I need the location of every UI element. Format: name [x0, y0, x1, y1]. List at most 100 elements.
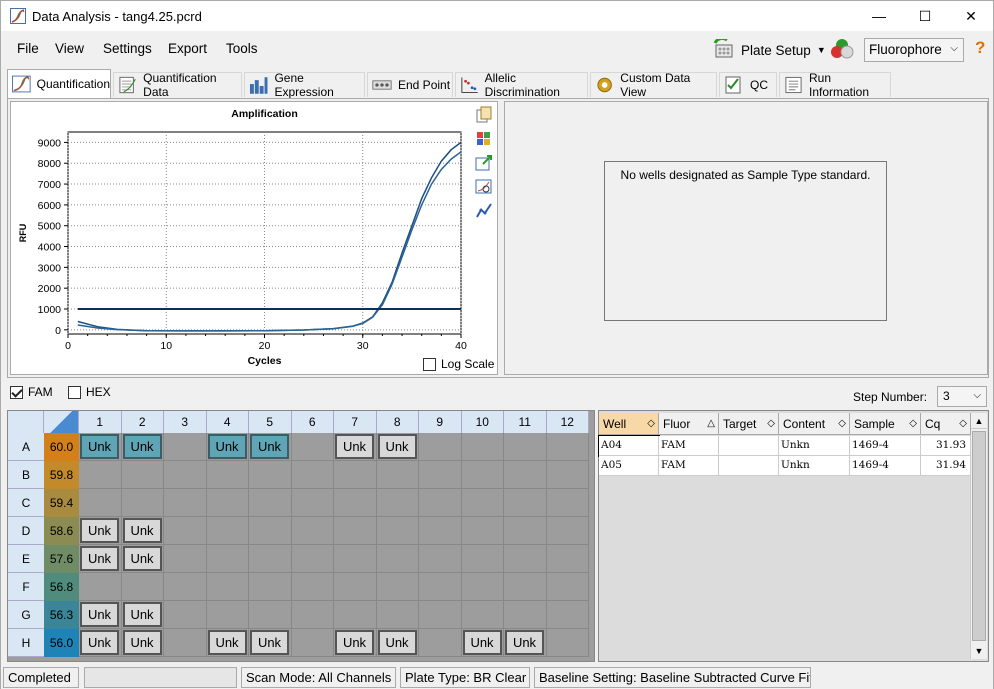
well-sample-type[interactable]: Unk: [80, 546, 119, 571]
plate-well[interactable]: [419, 517, 462, 545]
plate-well[interactable]: Unk: [79, 629, 122, 657]
plate-well[interactable]: Unk: [79, 545, 122, 573]
sort-icon[interactable]: ◇: [767, 413, 775, 435]
plate-well[interactable]: [504, 601, 547, 629]
column-header-fluor[interactable]: Fluor △: [659, 413, 719, 435]
plate-well[interactable]: [291, 629, 334, 657]
plate-well[interactable]: Unk: [79, 517, 122, 545]
plate-well[interactable]: [334, 517, 377, 545]
plate-well[interactable]: [504, 461, 547, 489]
menu-settings[interactable]: Settings: [103, 41, 152, 56]
sort-ascending-icon[interactable]: △: [707, 413, 715, 435]
table-cell[interactable]: 31.93: [921, 436, 971, 456]
plate-column-header[interactable]: 6: [291, 411, 334, 433]
plate-well[interactable]: Unk: [504, 629, 547, 657]
scroll-down-icon[interactable]: ▼: [971, 643, 987, 659]
well-group-icon[interactable]: [829, 37, 855, 61]
channel-fam-toggle[interactable]: FAM: [10, 385, 53, 399]
color-palette-icon[interactable]: [475, 130, 493, 148]
plate-well[interactable]: [291, 461, 334, 489]
tab-quantification[interactable]: Quantification: [7, 69, 111, 98]
copy-icon[interactable]: [475, 106, 493, 124]
well-sample-type[interactable]: Unk: [250, 630, 289, 655]
plate-well[interactable]: [461, 433, 504, 461]
plate-well[interactable]: [419, 433, 462, 461]
plate-well[interactable]: [461, 545, 504, 573]
plate-well[interactable]: [546, 601, 589, 629]
plate-well[interactable]: [419, 629, 462, 657]
table-cell[interactable]: Unkn: [779, 456, 850, 476]
plate-well[interactable]: Unk: [121, 517, 164, 545]
plate-well[interactable]: [504, 433, 547, 461]
plate-column-header[interactable]: 10: [461, 411, 504, 433]
plate-well[interactable]: [334, 489, 377, 517]
table-cell[interactable]: A05: [599, 456, 659, 476]
plate-row-header[interactable]: A: [8, 433, 44, 461]
plate-well[interactable]: Unk: [121, 629, 164, 657]
tab-gene-expression[interactable]: Gene Expression: [244, 71, 365, 99]
fam-checkbox[interactable]: [10, 385, 23, 399]
plate-column-header[interactable]: 12: [546, 411, 589, 433]
plate-well[interactable]: Unk: [461, 629, 504, 657]
plate-well[interactable]: [291, 517, 334, 545]
plate-well[interactable]: [334, 461, 377, 489]
plate-well[interactable]: [334, 545, 377, 573]
log-scale-checkbox[interactable]: [423, 357, 436, 371]
sort-icon[interactable]: ◇: [647, 413, 655, 435]
plate-well[interactable]: [504, 573, 547, 601]
plate-well[interactable]: Unk: [334, 629, 377, 657]
plate-well[interactable]: [419, 545, 462, 573]
plate-well[interactable]: [546, 573, 589, 601]
plate-column-header[interactable]: 2: [121, 411, 164, 433]
column-header-cq[interactable]: Cq ◇: [921, 413, 971, 435]
plate-well[interactable]: [249, 489, 292, 517]
plate-well[interactable]: [334, 601, 377, 629]
tab-quantification-data[interactable]: Quantification Data: [113, 71, 242, 99]
plate-well[interactable]: [376, 461, 419, 489]
plate-well[interactable]: [461, 517, 504, 545]
column-header-well[interactable]: Well ◇: [599, 413, 659, 435]
well-sample-type[interactable]: Unk: [505, 630, 544, 655]
well-sample-type[interactable]: Unk: [250, 434, 289, 459]
amplification-chart[interactable]: 0 10 20 30 40 0 1000 2000 3000 4000 5000 6000 7000 80…: [11, 102, 499, 376]
plate-well[interactable]: [79, 573, 122, 601]
plate-well[interactable]: [376, 517, 419, 545]
column-header-content[interactable]: Content ◇: [779, 413, 850, 435]
fluorophore-select[interactable]: Fluorophore ⌵: [864, 38, 964, 62]
plate-well[interactable]: [206, 573, 249, 601]
plate-well[interactable]: [291, 545, 334, 573]
tab-qc[interactable]: QC: [719, 72, 777, 97]
scroll-up-icon[interactable]: ▲: [971, 413, 987, 429]
vertical-scrollbar[interactable]: ▲ ▼: [970, 413, 987, 659]
plate-well[interactable]: [164, 629, 207, 657]
tab-run-information[interactable]: Run Information: [779, 71, 891, 99]
plate-well[interactable]: [206, 461, 249, 489]
plate-well[interactable]: [164, 433, 207, 461]
plate-well[interactable]: [376, 573, 419, 601]
menu-view[interactable]: View: [55, 41, 84, 56]
step-number-select[interactable]: 3 ⌵: [937, 386, 988, 407]
plate-well[interactable]: [164, 461, 207, 489]
plate-well[interactable]: [419, 601, 462, 629]
export-chart-icon[interactable]: [475, 154, 493, 172]
plate-well[interactable]: [504, 489, 547, 517]
well-sample-type[interactable]: Unk: [80, 434, 119, 459]
plate-well[interactable]: [121, 461, 164, 489]
table-cell[interactable]: [719, 456, 779, 476]
plate-well[interactable]: Unk: [79, 433, 122, 461]
well-sample-type[interactable]: Unk: [207, 434, 247, 459]
plate-well[interactable]: [376, 601, 419, 629]
plate-row-header[interactable]: B: [8, 461, 44, 489]
plate-row-header[interactable]: C: [8, 489, 44, 517]
plate-well[interactable]: Unk: [79, 601, 122, 629]
plate-well[interactable]: Unk: [249, 433, 292, 461]
plate-well[interactable]: [206, 601, 249, 629]
plate-well[interactable]: [504, 517, 547, 545]
plate-well[interactable]: [164, 489, 207, 517]
plate-well[interactable]: [121, 573, 164, 601]
plate-well[interactable]: [546, 517, 589, 545]
plate-well[interactable]: [291, 433, 334, 461]
well-sample-type[interactable]: Unk: [122, 630, 162, 655]
plate-well[interactable]: Unk: [206, 433, 249, 461]
plate-well[interactable]: [461, 573, 504, 601]
